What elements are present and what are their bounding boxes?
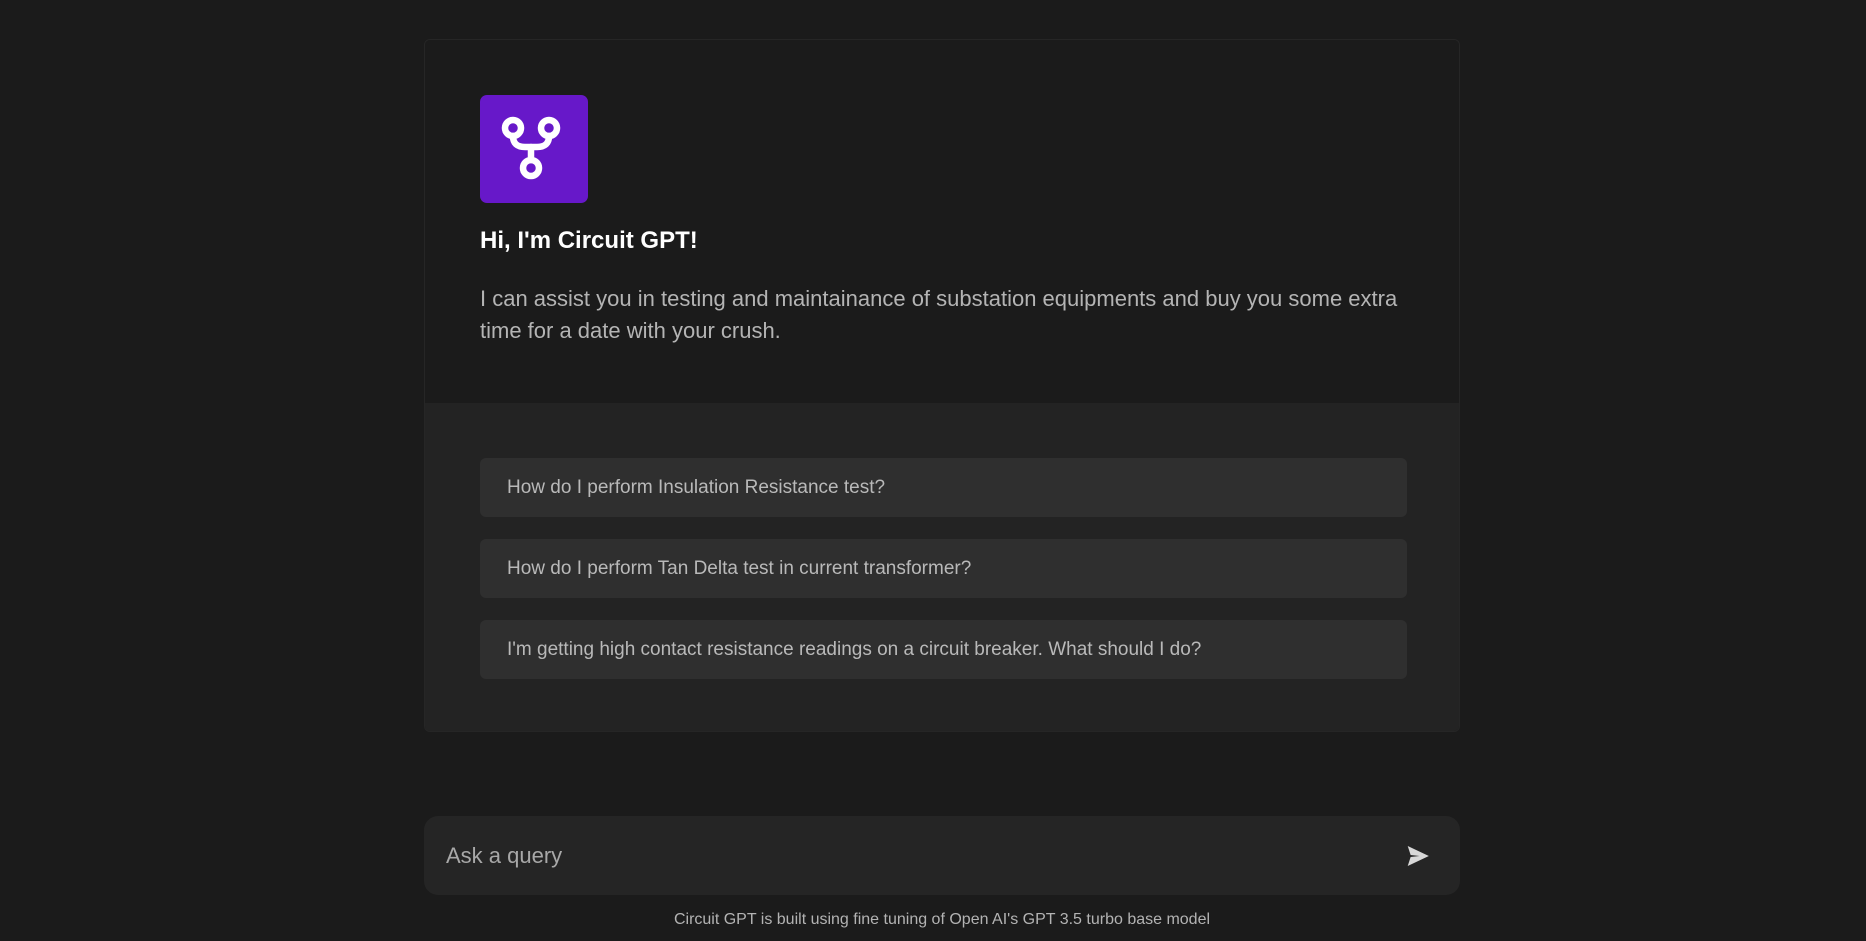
footer-disclaimer: Circuit GPT is built using fine tuning o… bbox=[673, 911, 1211, 928]
send-button[interactable] bbox=[1402, 840, 1434, 872]
send-icon bbox=[1407, 846, 1429, 866]
welcome-header: Hi, I'm Circuit GPT! I can assist you in… bbox=[425, 40, 1459, 403]
query-composer bbox=[424, 816, 1460, 895]
suggestion-contact-resistance[interactable]: I'm getting high contact resistance read… bbox=[480, 620, 1407, 679]
suggestion-tan-delta[interactable]: How do I perform Tan Delta test in curre… bbox=[480, 539, 1407, 598]
git-branch-icon bbox=[501, 116, 561, 180]
welcome-card: Hi, I'm Circuit GPT! I can assist you in… bbox=[424, 39, 1460, 732]
suggestion-label: How do I perform Insulation Resistance t… bbox=[507, 476, 886, 498]
suggestion-label: How do I perform Tan Delta test in curre… bbox=[507, 557, 972, 579]
welcome-description: I can assist you in testing and maintain… bbox=[480, 286, 1398, 343]
suggestions-panel: How do I perform Insulation Resistance t… bbox=[425, 403, 1459, 731]
app-logo bbox=[480, 95, 588, 203]
suggestion-label: I'm getting high contact resistance read… bbox=[507, 638, 1202, 660]
suggestion-insulation-resistance[interactable]: How do I perform Insulation Resistance t… bbox=[480, 458, 1407, 517]
welcome-title: Hi, I'm Circuit GPT! bbox=[480, 227, 698, 254]
query-input[interactable] bbox=[446, 816, 1366, 895]
